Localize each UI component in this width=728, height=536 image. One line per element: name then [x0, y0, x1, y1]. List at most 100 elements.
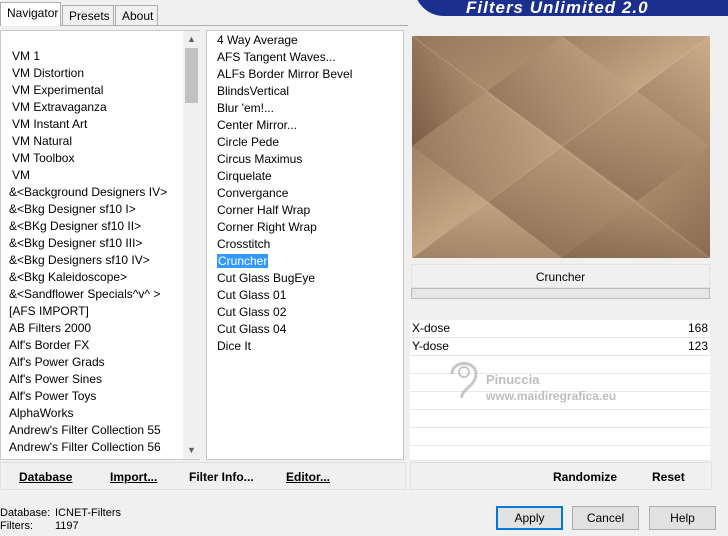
- category-item[interactable]: &<Bkg Designers sf10 IV>: [9, 252, 150, 269]
- category-item[interactable]: Alf's Border FX: [9, 337, 89, 354]
- category-label: Andrew's Filter Collection 55: [9, 423, 161, 437]
- category-item[interactable]: Andrew's Filter Collection 56: [9, 439, 161, 456]
- category-scrollbar[interactable]: ▲ ▼: [183, 31, 200, 459]
- category-label: VM Instant Art: [12, 117, 88, 131]
- category-label: VM Toolbox: [12, 151, 75, 165]
- category-item[interactable]: VM Toolbox: [12, 150, 74, 167]
- category-item[interactable]: Alf's Power Sines: [9, 371, 102, 388]
- category-item[interactable]: &<Bkg Designer sf10 I>: [9, 201, 136, 218]
- category-label: &<BKg Designer sf10 II>: [9, 219, 142, 233]
- filter-list[interactable]: 4 Way Average AFS Tangent Waves... ALFs Bo…: [206, 30, 404, 460]
- randomize-button[interactable]: Randomize: [553, 469, 617, 485]
- category-label: AB Filters 2000: [9, 321, 92, 335]
- category-label: Alf's Power Sines: [9, 372, 102, 386]
- watermark-name: Pinuccia: [486, 372, 540, 387]
- filter-label: Cirquelate: [217, 169, 272, 183]
- category-list[interactable]: VM 1 VM Distortion VM Experimental VM Extra…: [0, 30, 200, 460]
- category-item[interactable]: VM Experimental: [12, 82, 103, 99]
- category-item[interactable]: Andrew's Filter Collection 55: [9, 422, 161, 439]
- filter-item[interactable]: Corner Right Wrap: [217, 219, 317, 236]
- status-database-label: Database:: [0, 507, 51, 519]
- filter-item[interactable]: Corner Half Wrap: [217, 202, 310, 219]
- editor-button[interactable]: Editor...: [286, 469, 330, 485]
- category-item[interactable]: &<Bkg Designer sf10 III>: [9, 235, 142, 252]
- filter-info-button[interactable]: Filter Info...: [189, 469, 254, 485]
- filter-item[interactable]: Blur 'em!...: [217, 100, 274, 117]
- tab-about[interactable]: About: [115, 5, 158, 25]
- category-item[interactable]: VM Instant Art: [12, 116, 87, 133]
- category-item[interactable]: Alf's Power Toys: [9, 388, 96, 405]
- filter-item[interactable]: AFS Tangent Waves...: [217, 49, 336, 66]
- category-label: VM Distortion: [12, 66, 85, 80]
- category-item[interactable]: &<Background Designers IV>: [9, 184, 167, 201]
- watermark-logo-icon: [450, 362, 478, 399]
- param-value: 123: [687, 339, 708, 353]
- filter-item[interactable]: Cut Glass 04: [217, 321, 286, 338]
- category-label: VM Experimental: [12, 83, 104, 97]
- category-item[interactable]: &<BKg Designer sf10 II>: [9, 218, 141, 235]
- category-item[interactable]: &<Bkg Kaleidoscope>: [9, 269, 127, 286]
- category-label: VM Extravaganza: [12, 100, 107, 114]
- filter-label: Cruncher: [217, 254, 269, 268]
- filter-item[interactable]: 4 Way Average: [217, 32, 298, 49]
- category-item[interactable]: VM 1: [12, 48, 40, 65]
- filter-item[interactable]: Circus Maximus: [217, 151, 302, 168]
- param-value: 168: [687, 321, 708, 335]
- filter-label: Circus Maximus: [217, 152, 303, 166]
- category-item[interactable]: [AFS IMPORT]: [9, 303, 89, 320]
- help-button[interactable]: Help: [649, 506, 716, 530]
- app-banner: Filters Unlimited 2.0: [414, 0, 728, 16]
- category-item[interactable]: Andrew's Filter Collection 57: [9, 456, 161, 459]
- category-label: Alf's Power Grads: [9, 355, 105, 369]
- category-label: VM Natural: [12, 134, 73, 148]
- category-items: VM 1 VM Distortion VM Experimental VM Extra…: [1, 31, 183, 459]
- tab-presets[interactable]: Presets: [62, 5, 114, 25]
- filter-item[interactable]: Circle Pede: [217, 134, 279, 151]
- category-item[interactable]: AlphaWorks: [9, 405, 73, 422]
- status-filters-value: 1197: [55, 520, 79, 532]
- apply-button[interactable]: Apply: [496, 506, 563, 530]
- scroll-down-icon[interactable]: ▼: [183, 442, 200, 459]
- tab-strip-line: [0, 25, 408, 26]
- category-label: &<Sandflower Specials^v^ >: [9, 287, 161, 301]
- filter-item[interactable]: Cut Glass 02: [217, 304, 286, 321]
- scrollbar-thumb[interactable]: [185, 48, 198, 103]
- param-x-dose[interactable]: X-dose 168: [410, 320, 710, 338]
- filter-item[interactable]: Cirquelate: [217, 168, 272, 185]
- category-label: Andrew's Filter Collection 56: [9, 440, 161, 454]
- filter-label: Dice It: [217, 339, 252, 353]
- category-item[interactable]: VM: [12, 167, 30, 184]
- filter-item[interactable]: Center Mirror...: [217, 117, 297, 134]
- category-item[interactable]: AB Filters 2000: [9, 320, 91, 337]
- cancel-button[interactable]: Cancel: [572, 506, 639, 530]
- filter-item-selected[interactable]: Cruncher: [217, 253, 269, 270]
- tab-navigator[interactable]: Navigator: [0, 2, 61, 26]
- import-button[interactable]: Import...: [110, 469, 157, 485]
- category-label: Alf's Border FX: [9, 338, 90, 352]
- category-item[interactable]: VM Extravaganza: [12, 99, 107, 116]
- category-item[interactable]: VM Natural: [12, 133, 72, 150]
- filter-label: Center Mirror...: [217, 118, 298, 132]
- scroll-up-icon[interactable]: ▲: [183, 31, 200, 48]
- filter-label: Crosstitch: [217, 237, 271, 251]
- filter-item[interactable]: BlindsVertical: [217, 83, 289, 100]
- filter-item[interactable]: ALFs Border Mirror Bevel: [217, 66, 352, 83]
- filter-item[interactable]: Convergance: [217, 185, 288, 202]
- category-item[interactable]: VM Distortion: [12, 65, 84, 82]
- database-button[interactable]: Database: [19, 469, 72, 485]
- filter-item[interactable]: Crosstitch: [217, 236, 270, 253]
- category-item[interactable]: Alf's Power Grads: [9, 354, 105, 371]
- preview-image: [412, 36, 710, 258]
- filter-label: 4 Way Average: [217, 33, 298, 47]
- filter-label: Convergance: [217, 186, 289, 200]
- param-label: X-dose: [412, 321, 451, 335]
- category-label: &<Bkg Designer sf10 I>: [9, 202, 136, 216]
- reset-button[interactable]: Reset: [652, 469, 685, 485]
- filter-item[interactable]: Dice It: [217, 338, 251, 355]
- category-item[interactable]: &<Sandflower Specials^v^ >: [9, 286, 160, 303]
- filter-label: Circle Pede: [217, 135, 280, 149]
- filter-item[interactable]: Cut Glass 01: [217, 287, 286, 304]
- filter-item[interactable]: Cut Glass BugEye: [217, 270, 315, 287]
- filter-label: Corner Half Wrap: [217, 203, 311, 217]
- filter-label: Corner Right Wrap: [217, 220, 317, 234]
